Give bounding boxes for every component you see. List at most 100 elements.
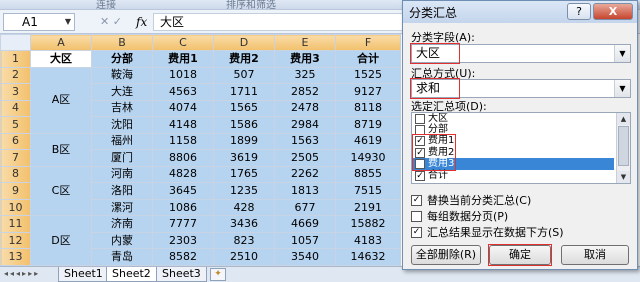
table-cell[interactable]: 3540 <box>274 248 336 266</box>
table-cell[interactable]: 4563 <box>152 83 214 101</box>
table-cell[interactable]: 1018 <box>152 66 214 85</box>
region-cell[interactable]: C区 <box>30 165 92 217</box>
table-cell[interactable]: 青岛 <box>91 248 153 266</box>
table-cell[interactable]: 3645 <box>152 182 214 200</box>
table-cell[interactable]: 漯河 <box>91 198 153 217</box>
column-header-a[interactable]: A <box>30 34 92 51</box>
table-cell[interactable]: 8806 <box>152 149 214 167</box>
table-cell[interactable]: 3619 <box>213 149 275 167</box>
table-cell[interactable]: 4669 <box>274 215 336 233</box>
cancel-button[interactable]: 取消 <box>561 245 629 265</box>
table-cell[interactable]: 1813 <box>274 182 336 200</box>
row-header[interactable]: 3 <box>0 83 31 101</box>
table-cell[interactable]: 沈阳 <box>91 116 153 134</box>
checkbox[interactable]: ✓ <box>411 195 422 206</box>
table-cell[interactable]: 费用1 <box>152 50 214 68</box>
row-header[interactable]: 6 <box>0 132 31 151</box>
row-header[interactable]: 1 <box>0 50 31 68</box>
table-cell[interactable]: 4619 <box>335 132 401 151</box>
region-cell[interactable]: A区 <box>30 66 92 134</box>
row-header[interactable]: 9 <box>0 182 31 200</box>
table-cell[interactable]: 4183 <box>335 231 401 250</box>
row-header[interactable]: 13 <box>0 248 31 266</box>
list-item[interactable]: ✓ 合计 <box>412 170 614 182</box>
chevron-down-icon[interactable]: ▼ <box>65 14 71 30</box>
table-cell[interactable]: 福州 <box>91 132 153 151</box>
checkbox[interactable]: ✓ <box>415 171 425 181</box>
table-cell[interactable]: 428 <box>213 198 275 217</box>
checkbox[interactable] <box>415 114 425 124</box>
table-cell[interactable]: 河南 <box>91 165 153 184</box>
table-cell[interactable]: 2191 <box>335 198 401 217</box>
region-cell[interactable]: B区 <box>30 132 92 167</box>
table-cell[interactable]: 费用2 <box>213 50 275 68</box>
column-header-b[interactable]: B <box>91 34 153 51</box>
row-header[interactable]: 8 <box>0 165 31 184</box>
formula-input[interactable]: 大区 <box>153 13 413 31</box>
table-cell[interactable]: 2505 <box>274 149 336 167</box>
table-cell[interactable]: 8118 <box>335 99 401 118</box>
table-cell[interactable]: 吉林 <box>91 99 153 118</box>
replace-subtotals-option[interactable]: ✓ 替换当前分类汇总(C) <box>411 194 531 208</box>
help-button[interactable]: ? <box>567 3 591 20</box>
column-header-d[interactable]: D <box>213 34 275 51</box>
table-cell[interactable]: 1057 <box>274 231 336 250</box>
table-cell[interactable]: 8855 <box>335 165 401 184</box>
checkbox[interactable] <box>411 211 422 222</box>
table-cell[interactable]: 1525 <box>335 66 401 85</box>
list-scrollbar[interactable]: ▲ ▼ <box>616 113 630 183</box>
table-cell[interactable]: 2852 <box>274 83 336 101</box>
table-cell[interactable]: 洛阳 <box>91 182 153 200</box>
table-cell[interactable]: 7777 <box>152 215 214 233</box>
table-cell[interactable]: 分部 <box>91 50 153 68</box>
row-header[interactable]: 12 <box>0 231 31 250</box>
column-header-f[interactable]: F <box>335 34 401 51</box>
chevron-down-icon[interactable]: ▼ <box>614 80 630 97</box>
scroll-up-icon[interactable]: ▲ <box>617 113 630 125</box>
table-cell[interactable]: 15882 <box>335 215 401 233</box>
close-button[interactable]: X <box>593 3 633 20</box>
select-all-corner[interactable] <box>0 34 31 51</box>
table-cell[interactable]: 1765 <box>213 165 275 184</box>
column-header-e[interactable]: E <box>274 34 336 51</box>
table-cell[interactable]: 大区 <box>30 50 92 68</box>
table-cell[interactable]: 内蒙 <box>91 231 153 250</box>
table-cell[interactable]: 1586 <box>213 116 275 134</box>
table-cell[interactable]: 厦门 <box>91 149 153 167</box>
row-header[interactable]: 2 <box>0 66 31 85</box>
table-cell[interactable]: 823 <box>213 231 275 250</box>
row-header[interactable]: 11 <box>0 215 31 233</box>
sheet-tab-2[interactable]: Sheet2 <box>106 267 157 282</box>
summary-below-option[interactable]: ✓ 汇总结果显示在数据下方(S) <box>411 226 564 240</box>
table-cell[interactable]: 2303 <box>152 231 214 250</box>
table-cell[interactable]: 1711 <box>213 83 275 101</box>
scroll-down-icon[interactable]: ▼ <box>617 171 630 183</box>
chevron-down-icon[interactable]: ▼ <box>614 45 630 62</box>
table-cell[interactable]: 1563 <box>274 132 336 151</box>
insert-sheet-icon[interactable]: ✦ <box>210 268 226 281</box>
table-cell[interactable]: 4148 <box>152 116 214 134</box>
table-cell[interactable]: 2984 <box>274 116 336 134</box>
table-cell[interactable]: 8719 <box>335 116 401 134</box>
table-cell[interactable]: 677 <box>274 198 336 217</box>
table-cell[interactable]: 2478 <box>274 99 336 118</box>
row-header[interactable]: 5 <box>0 116 31 134</box>
name-box[interactable]: A1 ▼ <box>3 13 75 31</box>
column-header-c[interactable]: C <box>152 34 214 51</box>
table-cell[interactable]: 2510 <box>213 248 275 266</box>
row-header[interactable]: 4 <box>0 99 31 118</box>
table-cell[interactable]: 8582 <box>152 248 214 266</box>
insert-function-icon[interactable]: fx <box>136 13 147 31</box>
row-header[interactable]: 7 <box>0 149 31 167</box>
table-cell[interactable]: 3436 <box>213 215 275 233</box>
table-cell[interactable]: 济南 <box>91 215 153 233</box>
sheet-nav-arrows[interactable]: ◂◂◂▸▸▸ <box>4 269 40 278</box>
sheet-tab-1[interactable]: Sheet1 <box>58 267 109 282</box>
table-cell[interactable]: 1235 <box>213 182 275 200</box>
table-cell[interactable]: 合计 <box>335 50 401 68</box>
table-cell[interactable]: 325 <box>274 66 336 85</box>
table-cell[interactable]: 507 <box>213 66 275 85</box>
table-cell[interactable]: 鞍海 <box>91 66 153 85</box>
table-cell[interactable]: 1086 <box>152 198 214 217</box>
sheet-tab-3[interactable]: Sheet3 <box>156 267 207 282</box>
